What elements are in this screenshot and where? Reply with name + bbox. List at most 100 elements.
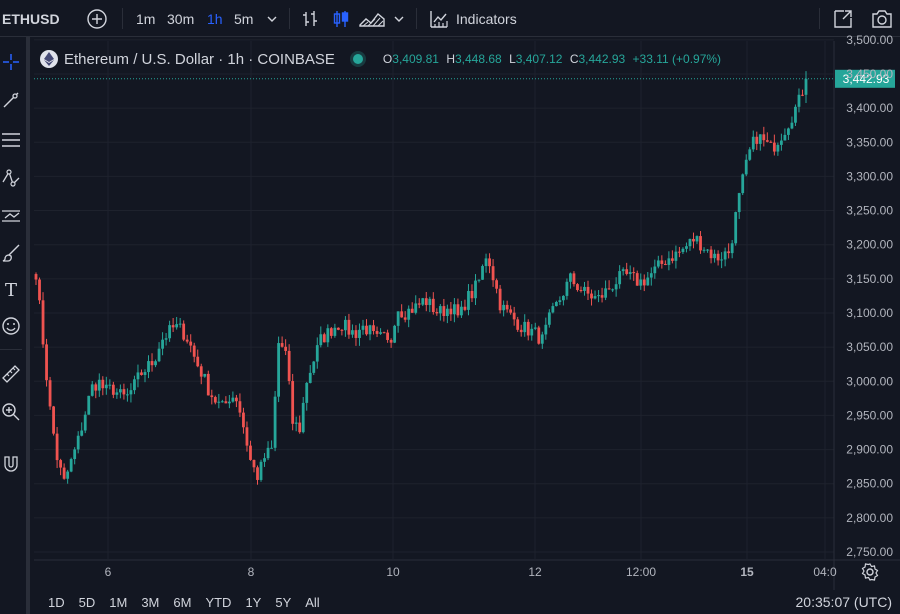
candle-body	[403, 317, 407, 320]
candle-body	[674, 251, 678, 261]
range-6m-button[interactable]: 6M	[173, 595, 191, 610]
high-value: 3,448.68	[455, 52, 502, 66]
candle-body	[277, 343, 281, 397]
price-tick-label: 3,300.00	[846, 169, 893, 183]
candle-body	[604, 288, 607, 298]
price-axis[interactable]: 3,500.00 3,450.00 3,400.00 3,350.00 3,300.00…	[846, 33, 893, 559]
candle-body	[62, 467, 66, 479]
candle-body	[94, 384, 98, 391]
candle-body	[365, 325, 368, 335]
candle-body	[382, 332, 386, 334]
range-5y-button[interactable]: 5Y	[275, 595, 291, 610]
candle-body	[632, 272, 636, 274]
candle-body	[69, 459, 73, 472]
candle-body	[410, 308, 414, 313]
candle-body	[118, 389, 122, 393]
range-1m-button[interactable]: 1M	[109, 595, 127, 610]
low-value: 3,407.12	[515, 52, 563, 66]
market-status-icon[interactable]	[352, 54, 363, 64]
candle-body	[751, 136, 755, 150]
candle-body	[87, 395, 91, 415]
candle-body	[344, 319, 347, 331]
candle-body	[259, 461, 263, 480]
candle-body	[772, 142, 776, 152]
candle-body	[129, 390, 133, 395]
price-tick-label: 3,450.00	[846, 67, 893, 81]
candle-body	[583, 286, 586, 291]
price-tick-label: 3,000.00	[846, 374, 893, 388]
candle-body	[519, 329, 523, 333]
price-tick-label: 2,950.00	[846, 408, 893, 422]
candle-body	[734, 212, 738, 244]
candle-body	[256, 467, 259, 480]
candle-body	[590, 293, 593, 299]
candle-body	[73, 449, 77, 460]
candle-body	[368, 325, 372, 335]
candle-body	[438, 306, 442, 314]
chart-settings-button[interactable]	[860, 562, 882, 584]
candle-body	[523, 321, 527, 333]
candle-body	[291, 381, 295, 424]
time-tick-label: 12	[528, 565, 542, 579]
candle-body	[45, 344, 48, 381]
range-1y-button[interactable]: 1Y	[245, 595, 261, 610]
range-all-button[interactable]: All	[305, 595, 319, 610]
utc-clock[interactable]: 20:35:07 (UTC)	[796, 594, 892, 610]
candle-body	[104, 384, 108, 389]
candle-body	[428, 298, 432, 306]
candle-body	[393, 325, 397, 343]
range-1d-button[interactable]: 1D	[48, 595, 65, 610]
candle-body	[83, 414, 87, 431]
candle-body	[685, 246, 688, 249]
candle-body	[48, 380, 52, 407]
candle-body	[136, 372, 140, 380]
candle-body	[618, 271, 622, 285]
candle-body	[706, 249, 709, 251]
open-label: O	[382, 52, 393, 66]
candle-body	[249, 445, 252, 460]
price-tick-label: 3,350.00	[846, 135, 893, 149]
candle-body	[101, 379, 105, 389]
candle-body	[488, 258, 491, 267]
candle-body	[656, 260, 660, 267]
time-axis[interactable]: 6 8 10 12 12:00 15 04:0	[105, 565, 837, 579]
candle-body	[678, 251, 681, 253]
range-ytd-button[interactable]: YTD	[205, 595, 231, 610]
candle-body	[741, 174, 745, 194]
candle-body	[551, 306, 555, 313]
candle-body	[227, 401, 231, 404]
candle-body	[431, 298, 435, 313]
candle-body	[512, 312, 516, 320]
candle-body	[270, 447, 273, 449]
candle-body	[470, 290, 474, 299]
open-value: 3,409.81	[392, 52, 439, 66]
candle-body	[558, 300, 562, 302]
candle-body	[561, 295, 565, 301]
candle-body	[758, 134, 762, 144]
candle-body	[242, 412, 245, 428]
candle-body	[660, 260, 664, 264]
candle-body	[238, 401, 242, 413]
candle-body	[797, 94, 801, 107]
change-value: +33.11 (+0.97%)	[632, 52, 722, 66]
candle-body	[442, 306, 446, 317]
candle-body	[421, 298, 425, 305]
candle-body	[90, 384, 94, 396]
candle-body	[713, 253, 716, 259]
price-tick-label: 2,800.00	[846, 511, 893, 525]
candle-body	[199, 366, 203, 377]
candle-body	[801, 94, 804, 96]
candle-body	[505, 304, 509, 310]
range-3m-button[interactable]: 3M	[141, 595, 159, 610]
candle-body	[474, 280, 477, 299]
candle-body	[586, 286, 590, 294]
candle-body	[52, 406, 55, 434]
range-5d-button[interactable]: 5D	[79, 595, 96, 610]
candle-body	[804, 78, 808, 95]
candle-body	[530, 328, 534, 336]
range-bar: 1D 5D 1M 3M 6M YTD 1Y 5Y All 20:35:07 (U…	[34, 590, 900, 614]
candle-body	[266, 447, 270, 459]
candle-body	[625, 269, 629, 274]
candle-body	[273, 396, 277, 448]
price-chart[interactable]: 3,442.93 3,500.00 3,450.00 3,400.00 3,350.0…	[0, 0, 900, 614]
